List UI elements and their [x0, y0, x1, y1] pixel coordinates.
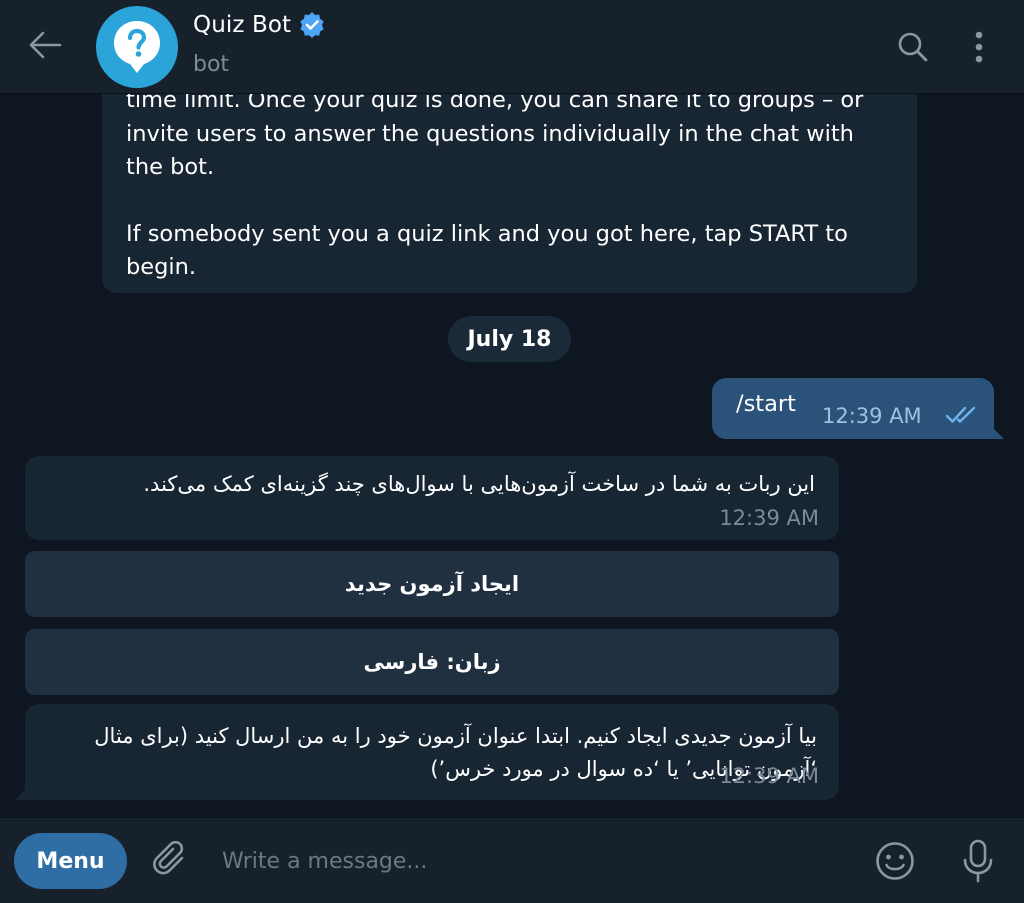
- bot-prompt-text: بیا آزمون جدیدی ایجاد کنیم. ابتدا عنوان …: [94, 724, 817, 781]
- attach-button[interactable]: [148, 838, 194, 884]
- bot-menu-button[interactable]: Menu: [14, 833, 127, 889]
- chat-title-group[interactable]: Quiz Bot: [193, 12, 325, 38]
- back-button[interactable]: [22, 22, 68, 68]
- bot-reply-text: این ربات به شما در ساخت آزمون‌هایی با سو…: [143, 472, 815, 496]
- create-quiz-button[interactable]: ایجاد آزمون جدید: [25, 551, 839, 617]
- double-check-icon: [945, 406, 976, 423]
- outgoing-message: /start 12:39 AM: [712, 378, 1004, 439]
- message-input[interactable]: [214, 836, 854, 886]
- avatar[interactable]: [96, 6, 178, 88]
- outgoing-message-text: /start: [736, 391, 796, 417]
- bot-reply-message: این ربات به شما در ساخت آزمون‌هایی با سو…: [25, 456, 839, 540]
- bot-prompt-time: 12:39 AM: [719, 764, 819, 788]
- intro-line-rest: invite users to answer the questions ind…: [126, 120, 854, 181]
- arrow-left-icon: [29, 31, 62, 59]
- paperclip-icon: [153, 841, 184, 875]
- language-button[interactable]: زبان: فارسی: [25, 629, 839, 695]
- chat-subtitle: bot: [193, 52, 230, 77]
- microphone-icon: [963, 839, 993, 883]
- chat-title: Quiz Bot: [193, 12, 292, 38]
- search-icon: [898, 32, 928, 62]
- composer: Menu: [0, 817, 1024, 903]
- question-bubble-icon: [114, 21, 160, 73]
- message-list[interactable]: time limit. Once your quiz is done, you …: [0, 94, 1024, 817]
- outgoing-message-time: 12:39 AM: [822, 404, 922, 428]
- date-separator: July 18: [448, 316, 571, 362]
- intro-message: time limit. Once your quiz is done, you …: [102, 94, 917, 293]
- smile-icon: [876, 842, 914, 880]
- intro-line-partial: time limit. Once your quiz is done, you …: [126, 94, 864, 113]
- kebab-menu-icon: [975, 31, 983, 63]
- more-options-button[interactable]: [958, 26, 1000, 68]
- bot-reply-time: 12:39 AM: [719, 506, 819, 530]
- chat-header: Quiz Bot bot: [0, 0, 1024, 94]
- verified-badge-icon: [299, 12, 325, 38]
- intro-paragraph-2: If somebody sent you a quiz link and you…: [126, 220, 848, 281]
- voice-record-button[interactable]: [955, 836, 1001, 886]
- search-button[interactable]: [892, 26, 934, 68]
- bot-prompt-message: بیا آزمون جدیدی ایجاد کنیم. ابتدا عنوان …: [15, 704, 839, 800]
- emoji-button[interactable]: [872, 838, 918, 884]
